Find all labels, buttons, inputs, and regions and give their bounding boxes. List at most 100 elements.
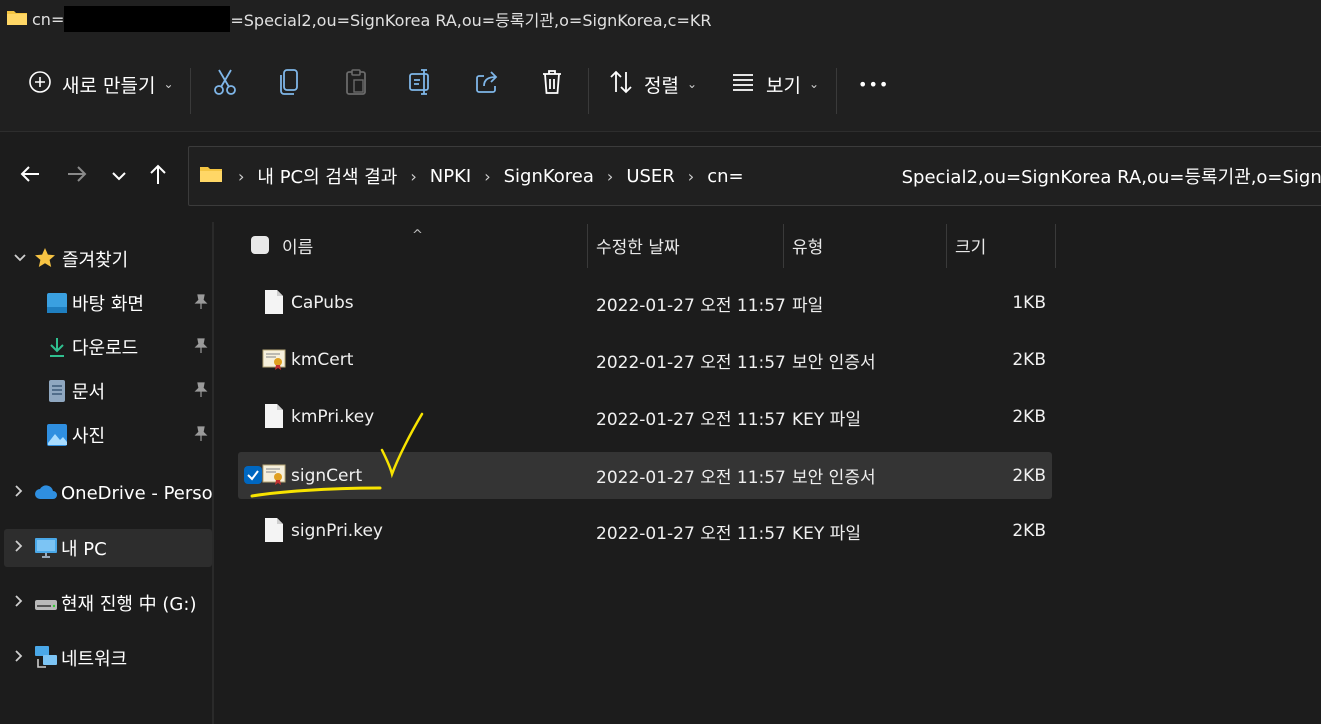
breadcrumb-item-tail[interactable]: Special2,ou=SignKorea RA,ou=등록기관,o=SignK…	[902, 163, 1321, 189]
pin-icon[interactable]	[194, 426, 208, 447]
command-bar: 새로 만들기 ⌄ 정렬 ⌄ 보기 ⌄ •••	[0, 38, 1321, 132]
back-button[interactable]	[14, 160, 46, 192]
sidebar-item-label: 다운로드	[72, 338, 139, 359]
drive-icon	[34, 596, 58, 617]
chevron-down-icon: ⌄	[808, 77, 820, 91]
column-header-type[interactable]: 유형	[792, 222, 823, 268]
paste-icon	[344, 68, 368, 101]
scissors-icon	[212, 68, 238, 101]
download-icon	[46, 336, 68, 363]
copy-button[interactable]	[278, 64, 302, 104]
chevron-right-icon	[14, 485, 24, 501]
sidebar-item-documents[interactable]: 문서	[4, 372, 212, 410]
new-button[interactable]: 새로 만들기 ⌄	[28, 64, 174, 104]
column-divider[interactable]	[1055, 224, 1056, 268]
trash-icon	[540, 68, 564, 101]
up-button[interactable]	[142, 160, 174, 192]
sidebar-item-this-pc[interactable]: 내 PC	[4, 529, 212, 567]
breadcrumb-separator: ›	[606, 166, 614, 186]
breadcrumb-item[interactable]: USER	[626, 166, 674, 187]
file-type: 파일	[792, 295, 824, 316]
breadcrumb-separator: ›	[410, 166, 417, 186]
sidebar-item-label: 바탕 화면	[72, 294, 144, 315]
title-suffix: =Special2,ou=SignKorea RA,ou=등록기관,o=Sign…	[230, 11, 712, 30]
sidebar-item-label: 네트워크	[61, 649, 128, 670]
chevron-down-icon	[14, 252, 26, 267]
pin-icon[interactable]	[194, 382, 208, 403]
pin-icon[interactable]	[194, 294, 208, 315]
file-date: 2022-01-27 오전 11:57	[596, 468, 786, 488]
plus-circle-icon	[28, 70, 52, 99]
sidebar-item-desktop[interactable]: 바탕 화면	[4, 284, 212, 322]
toolbar-divider	[190, 68, 191, 114]
file-type: KEY 파일	[792, 523, 861, 544]
copy-icon	[278, 68, 302, 101]
breadcrumb-item[interactable]: SignKorea	[504, 166, 594, 187]
column-header-date[interactable]: 수정한 날짜	[596, 222, 680, 268]
rename-button[interactable]	[408, 64, 434, 104]
desktop-icon	[46, 292, 68, 319]
chevron-right-icon	[14, 650, 24, 666]
sidebar-item-label: OneDrive - Personal	[61, 482, 212, 504]
delete-button[interactable]	[540, 64, 564, 104]
recent-locations-button[interactable]	[103, 160, 135, 192]
file-size: 1KB	[1012, 293, 1046, 313]
pictures-icon	[46, 423, 68, 452]
view-button[interactable]: 보기 ⌄	[730, 64, 819, 104]
document-icon	[48, 379, 66, 408]
sidebar-item-downloads[interactable]: 다운로드	[4, 328, 212, 366]
breadcrumb-item[interactable]: NPKI	[430, 166, 471, 187]
breadcrumb-separator: ›	[687, 166, 695, 186]
paste-button[interactable]	[344, 64, 368, 104]
chevron-down-icon: ⌄	[163, 77, 174, 91]
file-size: 2KB	[1012, 350, 1046, 370]
column-divider[interactable]	[783, 224, 784, 268]
view-button-label: 보기	[766, 74, 801, 97]
sidebar-item-network[interactable]: 네트워크	[4, 639, 212, 677]
sidebar-item-label: 사진	[72, 426, 106, 447]
column-divider[interactable]	[587, 224, 588, 268]
sidebar-item-label: 즐겨찾기	[62, 250, 129, 271]
breadcrumb-item[interactable]: 내 PC의 검색 결과	[257, 163, 397, 189]
share-button[interactable]	[474, 64, 500, 104]
arrow-up-icon	[147, 163, 169, 189]
file-size: 2KB	[1012, 407, 1046, 427]
sidebar-item-onedrive[interactable]: OneDrive - Personal	[4, 474, 212, 512]
file-type: 보안 인증서	[792, 352, 876, 373]
file-size: 2KB	[1012, 521, 1046, 541]
sidebar-item-favorites[interactable]: 즐겨찾기	[4, 240, 212, 278]
forward-button[interactable]	[61, 160, 93, 192]
breadcrumb-item[interactable]: cn=	[707, 166, 743, 187]
file-date: 2022-01-27 오전 11:57	[596, 295, 786, 316]
folder-icon	[6, 8, 28, 30]
cut-button[interactable]	[212, 64, 238, 104]
share-icon	[474, 69, 500, 100]
sidebar-item-label: 현재 진행 中 (G:)	[61, 594, 197, 615]
sidebar-item-drive-g[interactable]: 현재 진행 中 (G:)	[4, 584, 212, 622]
column-header-size[interactable]: 크기	[955, 222, 986, 268]
column-divider[interactable]	[946, 224, 947, 268]
rename-icon	[408, 68, 434, 101]
sidebar-item-pictures[interactable]: 사진	[4, 416, 212, 454]
file-size: 2KB	[1012, 465, 1046, 486]
arrow-left-icon	[19, 163, 41, 189]
sort-button[interactable]: 정렬 ⌄	[608, 64, 697, 104]
chevron-down-icon	[111, 167, 127, 186]
more-options-button[interactable]: •••	[858, 64, 889, 104]
breadcrumb-separator: ›	[484, 166, 491, 186]
star-icon	[34, 247, 56, 274]
sort-button-label: 정렬	[644, 74, 679, 97]
chevron-down-icon: ⌄	[686, 77, 698, 91]
file-type: 보안 인증서	[792, 468, 876, 488]
sort-icon	[608, 69, 634, 100]
folder-icon	[199, 164, 223, 189]
toolbar-divider	[588, 68, 589, 114]
pin-icon[interactable]	[194, 338, 208, 359]
address-bar[interactable]: › 내 PC의 검색 결과 › NPKI › SignKorea › USER …	[188, 146, 1321, 206]
chevron-right-icon	[14, 595, 24, 611]
navigation-pane: 즐겨찾기 바탕 화면 다운로드 문서 사진 OneDrive - Perso 내…	[0, 222, 214, 724]
new-button-label: 새로 만들기	[62, 74, 156, 97]
annotation-checkmark-icon	[250, 412, 424, 498]
cloud-icon	[34, 484, 58, 505]
sidebar-item-label: 문서	[72, 382, 106, 403]
